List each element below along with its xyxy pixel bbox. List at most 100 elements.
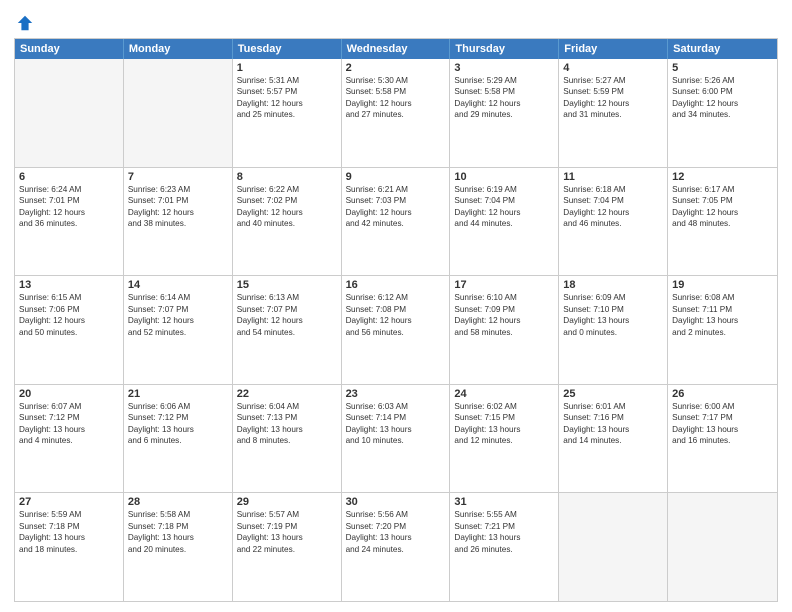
cell-info-line: Daylight: 13 hours <box>237 424 337 435</box>
day-number: 30 <box>346 496 446 508</box>
cell-info-line: Sunrise: 6:18 AM <box>563 184 663 195</box>
day-number: 22 <box>237 388 337 400</box>
calendar: SundayMondayTuesdayWednesdayThursdayFrid… <box>14 38 778 602</box>
cell-info-line: and 46 minutes. <box>563 218 663 229</box>
cell-info-line: Sunrise: 5:59 AM <box>19 509 119 520</box>
cell-info-line: and 2 minutes. <box>672 327 773 338</box>
cell-info-line: Daylight: 12 hours <box>454 315 554 326</box>
day-number: 9 <box>346 171 446 183</box>
cell-info-line: and 18 minutes. <box>19 544 119 555</box>
day-number: 6 <box>19 171 119 183</box>
calendar-cell-2: 2Sunrise: 5:30 AMSunset: 5:58 PMDaylight… <box>342 59 451 167</box>
cell-info-line: Sunset: 7:10 PM <box>563 304 663 315</box>
cell-info-line: Daylight: 13 hours <box>19 532 119 543</box>
calendar-cell-10: 10Sunrise: 6:19 AMSunset: 7:04 PMDayligh… <box>450 168 559 276</box>
cell-info-line: Daylight: 12 hours <box>563 98 663 109</box>
cell-info-line: and 0 minutes. <box>563 327 663 338</box>
calendar-cell-28: 28Sunrise: 5:58 AMSunset: 7:18 PMDayligh… <box>124 493 233 601</box>
calendar-cell-11: 11Sunrise: 6:18 AMSunset: 7:04 PMDayligh… <box>559 168 668 276</box>
cell-info-line: Sunrise: 5:31 AM <box>237 75 337 86</box>
cell-info-line: Sunset: 7:05 PM <box>672 195 773 206</box>
cell-info-line: Daylight: 13 hours <box>19 424 119 435</box>
calendar-cell-30: 30Sunrise: 5:56 AMSunset: 7:20 PMDayligh… <box>342 493 451 601</box>
day-number: 14 <box>128 279 228 291</box>
cell-info-line: Daylight: 12 hours <box>346 98 446 109</box>
day-number: 25 <box>563 388 663 400</box>
day-number: 21 <box>128 388 228 400</box>
day-number: 2 <box>346 62 446 74</box>
day-number: 8 <box>237 171 337 183</box>
logo-icon <box>16 14 34 32</box>
calendar-header: SundayMondayTuesdayWednesdayThursdayFrid… <box>15 39 777 59</box>
cell-info-line: Sunrise: 5:58 AM <box>128 509 228 520</box>
cell-info-line: Daylight: 13 hours <box>128 424 228 435</box>
header <box>14 10 778 32</box>
cell-info-line: Sunrise: 5:27 AM <box>563 75 663 86</box>
cell-info-line: Sunset: 7:01 PM <box>19 195 119 206</box>
cell-info-line: and 54 minutes. <box>237 327 337 338</box>
calendar-cell-3: 3Sunrise: 5:29 AMSunset: 5:58 PMDaylight… <box>450 59 559 167</box>
calendar-cell-17: 17Sunrise: 6:10 AMSunset: 7:09 PMDayligh… <box>450 276 559 384</box>
cell-info-line: Daylight: 12 hours <box>454 207 554 218</box>
cell-info-line: and 52 minutes. <box>128 327 228 338</box>
cell-info-line: Daylight: 12 hours <box>19 207 119 218</box>
cell-info-line: Daylight: 13 hours <box>346 424 446 435</box>
day-number: 23 <box>346 388 446 400</box>
calendar-cell-23: 23Sunrise: 6:03 AMSunset: 7:14 PMDayligh… <box>342 385 451 493</box>
cell-info-line: Sunset: 7:21 PM <box>454 521 554 532</box>
day-number: 27 <box>19 496 119 508</box>
cell-info-line: Sunset: 6:00 PM <box>672 86 773 97</box>
cell-info-line: Sunset: 7:18 PM <box>19 521 119 532</box>
cell-info-line: Daylight: 13 hours <box>128 532 228 543</box>
cell-info-line: Sunset: 7:18 PM <box>128 521 228 532</box>
cell-info-line: Sunrise: 6:17 AM <box>672 184 773 195</box>
header-day-sunday: Sunday <box>15 39 124 59</box>
cell-info-line: Sunrise: 5:30 AM <box>346 75 446 86</box>
calendar-cell-18: 18Sunrise: 6:09 AMSunset: 7:10 PMDayligh… <box>559 276 668 384</box>
day-number: 7 <box>128 171 228 183</box>
day-number: 19 <box>672 279 773 291</box>
cell-info-line: Sunrise: 6:07 AM <box>19 401 119 412</box>
calendar-cell-16: 16Sunrise: 6:12 AMSunset: 7:08 PMDayligh… <box>342 276 451 384</box>
calendar-cell-empty <box>15 59 124 167</box>
calendar-cell-24: 24Sunrise: 6:02 AMSunset: 7:15 PMDayligh… <box>450 385 559 493</box>
day-number: 11 <box>563 171 663 183</box>
cell-info-line: Sunset: 7:16 PM <box>563 412 663 423</box>
day-number: 16 <box>346 279 446 291</box>
cell-info-line: Sunrise: 6:06 AM <box>128 401 228 412</box>
cell-info-line: Sunset: 7:09 PM <box>454 304 554 315</box>
cell-info-line: and 27 minutes. <box>346 109 446 120</box>
cell-info-line: Daylight: 12 hours <box>563 207 663 218</box>
cell-info-line: Sunset: 5:58 PM <box>454 86 554 97</box>
cell-info-line: Sunset: 7:04 PM <box>563 195 663 206</box>
calendar-cell-15: 15Sunrise: 6:13 AMSunset: 7:07 PMDayligh… <box>233 276 342 384</box>
page-container: SundayMondayTuesdayWednesdayThursdayFrid… <box>0 0 792 612</box>
cell-info-line: Sunset: 7:12 PM <box>128 412 228 423</box>
day-number: 5 <box>672 62 773 74</box>
cell-info-line: Daylight: 13 hours <box>454 424 554 435</box>
calendar-body: 1Sunrise: 5:31 AMSunset: 5:57 PMDaylight… <box>15 59 777 601</box>
cell-info-line: Sunrise: 6:24 AM <box>19 184 119 195</box>
cell-info-line: and 4 minutes. <box>19 435 119 446</box>
cell-info-line: and 24 minutes. <box>346 544 446 555</box>
cell-info-line: Sunrise: 6:08 AM <box>672 292 773 303</box>
cell-info-line: Daylight: 12 hours <box>237 207 337 218</box>
cell-info-line: Daylight: 13 hours <box>237 532 337 543</box>
cell-info-line: and 20 minutes. <box>128 544 228 555</box>
calendar-row-4: 27Sunrise: 5:59 AMSunset: 7:18 PMDayligh… <box>15 492 777 601</box>
cell-info-line: Sunrise: 6:14 AM <box>128 292 228 303</box>
cell-info-line: Sunset: 7:17 PM <box>672 412 773 423</box>
calendar-cell-25: 25Sunrise: 6:01 AMSunset: 7:16 PMDayligh… <box>559 385 668 493</box>
cell-info-line: and 26 minutes. <box>454 544 554 555</box>
header-day-friday: Friday <box>559 39 668 59</box>
cell-info-line: Sunset: 7:19 PM <box>237 521 337 532</box>
cell-info-line: Daylight: 12 hours <box>454 98 554 109</box>
cell-info-line: Daylight: 13 hours <box>563 315 663 326</box>
cell-info-line: Sunrise: 5:55 AM <box>454 509 554 520</box>
cell-info-line: Sunrise: 6:22 AM <box>237 184 337 195</box>
cell-info-line: and 56 minutes. <box>346 327 446 338</box>
cell-info-line: Sunrise: 6:12 AM <box>346 292 446 303</box>
cell-info-line: and 36 minutes. <box>19 218 119 229</box>
cell-info-line: Sunrise: 5:26 AM <box>672 75 773 86</box>
day-number: 26 <box>672 388 773 400</box>
